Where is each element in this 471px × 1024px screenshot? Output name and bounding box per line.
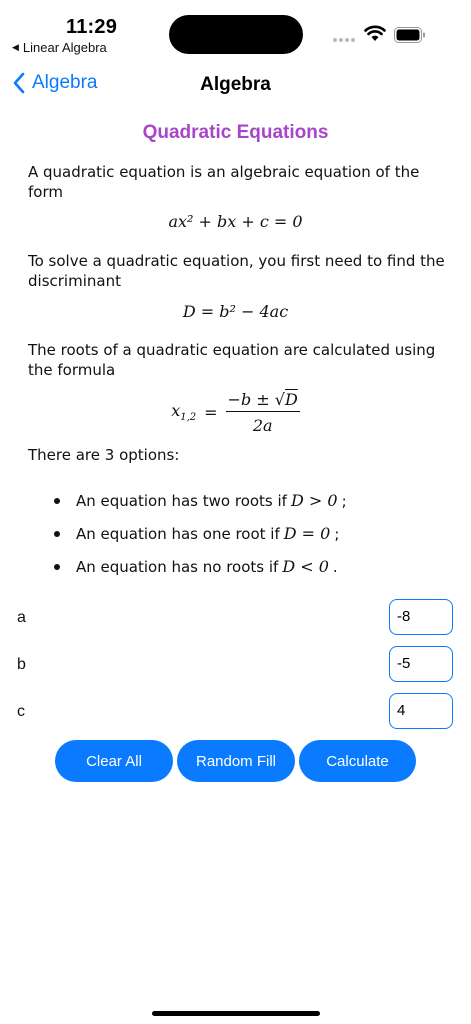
calculate-button[interactable]: Calculate: [299, 740, 416, 782]
status-time: 11:29: [66, 16, 118, 38]
back-triangle-icon: ◀: [12, 42, 19, 52]
input-c[interactable]: 4: [389, 693, 453, 729]
input-a[interactable]: -8: [389, 599, 453, 635]
label-c: c: [17, 703, 25, 720]
label-a: a: [17, 609, 26, 626]
battery-icon: [394, 27, 425, 43]
options-text: There are 3 options:: [28, 446, 180, 464]
nav-title: Algebra: [200, 74, 271, 95]
list-item: An equation has one root if D = 0 ;: [54, 517, 347, 550]
roots-denominator: 2a: [252, 416, 273, 435]
list-item: An equation has two roots if D > 0 ;: [54, 484, 347, 517]
back-to-app-link[interactable]: ◀ Linear Algebra: [12, 40, 107, 55]
bullet-dot: [54, 563, 60, 570]
random-fill-button[interactable]: Random Fill: [177, 740, 295, 782]
roots-lhs: x1,2: [171, 401, 197, 424]
formula-roots: x1,2 = −b ± √D 2a: [0, 390, 471, 435]
bullet-dot: [54, 530, 60, 537]
discriminant-text: To solve a quadratic equation, you first…: [28, 252, 445, 290]
dynamic-island: [169, 15, 303, 54]
signal-dots-icon: [333, 38, 355, 42]
formula-general: ax² + bx + c = 0: [168, 212, 303, 231]
home-indicator[interactable]: [152, 1011, 320, 1016]
section-title: Quadratic Equations: [142, 122, 329, 143]
label-b: b: [17, 656, 26, 673]
roots-text: The roots of a quadratic equation are ca…: [28, 341, 436, 379]
list-item: An equation has no roots if D < 0 .: [54, 550, 347, 583]
roots-numerator: −b ± √D: [225, 390, 300, 412]
back-app-label: Linear Algebra: [22, 40, 107, 55]
bullet-dot: [54, 497, 60, 504]
equals-sign: =: [204, 403, 218, 422]
formula-discriminant: D = b² − 4ac: [182, 302, 289, 321]
roots-fraction: −b ± √D 2a: [225, 390, 300, 435]
clear-all-button[interactable]: Clear All: [55, 740, 173, 782]
wifi-icon: [364, 25, 386, 41]
input-b[interactable]: -5: [389, 646, 453, 682]
intro-text: A quadratic equation is an algebraic equ…: [28, 163, 420, 201]
options-list: An equation has two roots if D > 0 ; An …: [54, 484, 347, 583]
